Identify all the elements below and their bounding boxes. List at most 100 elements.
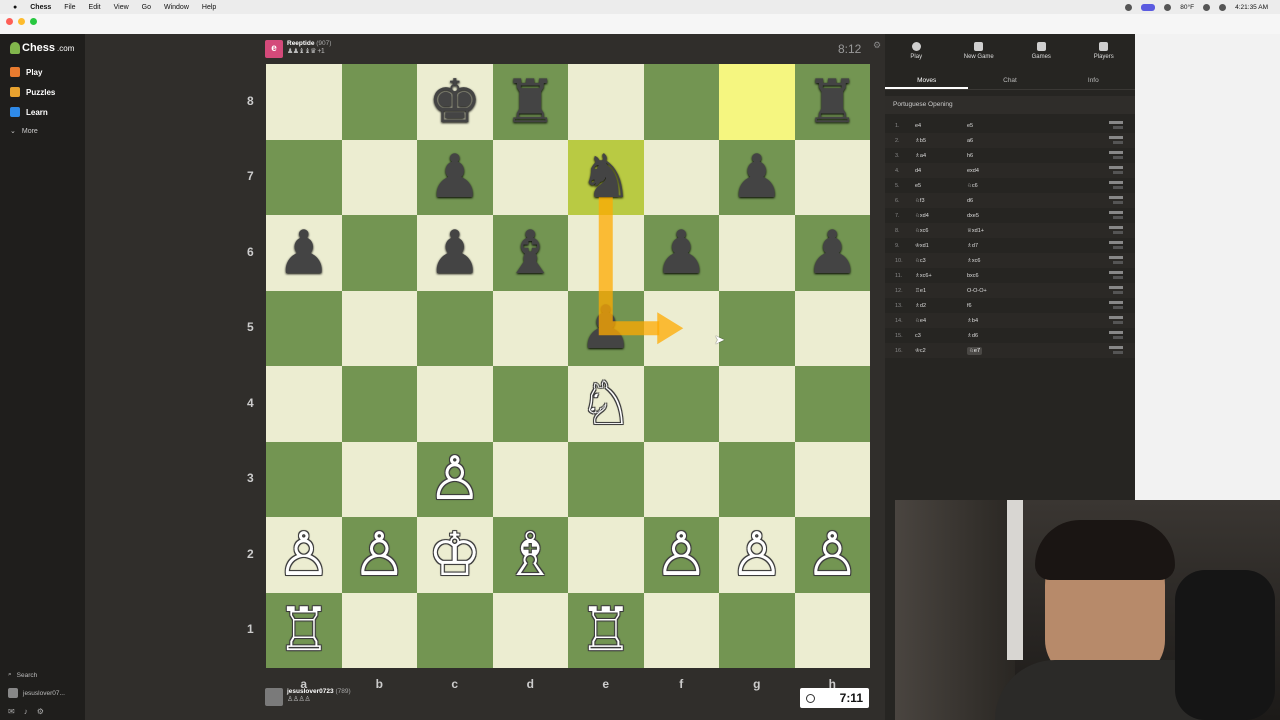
black-move[interactable]: ♘e7 xyxy=(967,346,1047,355)
black-move[interactable]: O-O-O+ xyxy=(967,288,1047,294)
tab-chat[interactable]: Chat xyxy=(968,74,1051,89)
white-move[interactable]: ♗b5 xyxy=(915,138,967,144)
black-move[interactable]: a6 xyxy=(967,138,1047,144)
white-move[interactable]: ♔xd1 xyxy=(915,243,967,249)
board-square[interactable] xyxy=(719,290,795,366)
white-move[interactable]: ♘f3 xyxy=(915,198,967,204)
chess-piece[interactable]: ♙ xyxy=(266,517,342,593)
board-square[interactable] xyxy=(266,441,342,517)
board-square[interactable] xyxy=(794,592,870,668)
black-move[interactable]: f6 xyxy=(967,303,1047,309)
menu-window[interactable]: Window xyxy=(164,4,189,11)
bell-icon[interactable]: ♪ xyxy=(24,707,28,716)
menu-view[interactable]: View xyxy=(114,4,129,11)
maximize-window-button[interactable] xyxy=(30,18,37,25)
chess-piece[interactable]: ♙ xyxy=(644,517,720,593)
white-move[interactable]: ♗xc6+ xyxy=(915,273,967,279)
black-move[interactable]: dxe5 xyxy=(967,213,1047,219)
board-square[interactable] xyxy=(643,139,719,215)
black-move[interactable]: exd4 xyxy=(967,168,1047,174)
board-square[interactable] xyxy=(266,290,342,366)
tab-players[interactable]: Players xyxy=(1073,42,1136,68)
chess-piece[interactable]: ♙ xyxy=(719,517,795,593)
sidebar-item-puzzles[interactable]: Puzzles xyxy=(10,87,55,97)
chess-piece[interactable]: ♟ xyxy=(719,140,795,216)
board-square[interactable] xyxy=(417,290,493,366)
chess-logo[interactable]: Chess .com xyxy=(10,42,74,54)
white-move[interactable]: e4 xyxy=(915,123,967,129)
chess-piece[interactable]: ♟ xyxy=(568,291,644,367)
chess-piece[interactable]: ♙ xyxy=(795,517,871,593)
menu-help[interactable]: Help xyxy=(202,4,216,11)
tab-play[interactable]: Play xyxy=(885,42,948,68)
white-move[interactable]: ♘xc6 xyxy=(915,228,967,234)
player-name[interactable]: jesuslover0723 xyxy=(287,688,334,695)
board-square[interactable] xyxy=(341,290,417,366)
tab-new-game[interactable]: New Game xyxy=(948,42,1011,68)
menu-app[interactable]: Chess xyxy=(30,4,51,11)
board-square[interactable] xyxy=(643,366,719,442)
black-move[interactable]: ♗xc6 xyxy=(967,258,1047,264)
black-move[interactable]: ♕xd1+ xyxy=(967,228,1047,234)
menu-file[interactable]: File xyxy=(64,4,75,11)
board-square[interactable] xyxy=(719,592,795,668)
black-move[interactable]: ♗d6 xyxy=(967,333,1047,339)
board-square[interactable] xyxy=(492,441,568,517)
chess-piece[interactable]: ♟ xyxy=(417,215,493,291)
chess-piece[interactable]: ♖ xyxy=(568,593,644,669)
board-square[interactable] xyxy=(341,366,417,442)
board-square[interactable] xyxy=(794,139,870,215)
tab-moves[interactable]: Moves xyxy=(885,74,969,89)
board-square[interactable] xyxy=(492,139,568,215)
white-move[interactable]: ♗d2 xyxy=(915,303,967,309)
board-square[interactable] xyxy=(341,215,417,291)
white-move[interactable]: ♘c3 xyxy=(915,258,967,264)
black-move[interactable]: ♗b4 xyxy=(967,318,1047,324)
avatar[interactable]: e xyxy=(265,40,283,58)
search-icon[interactable] xyxy=(1219,3,1227,11)
board-square[interactable] xyxy=(643,441,719,517)
chess-piece[interactable]: ♝ xyxy=(493,215,569,291)
chess-piece[interactable]: ♙ xyxy=(342,517,418,593)
black-move[interactable]: ♗d7 xyxy=(967,243,1047,249)
board-square[interactable] xyxy=(341,441,417,517)
chess-piece[interactable]: ♟ xyxy=(266,215,342,291)
board-square[interactable] xyxy=(568,64,644,140)
tab-info[interactable]: Info xyxy=(1052,74,1135,89)
chessboard[interactable]: ♚ ♜ ♜ ♟ ♞ ♟ ♟ ♟ ♝ ♟ ♟ ♟ ♘ ♙ ♙ ♙ ♔ ♗ ♙ ♙ ♙ ♖ ♖ xyxy=(266,64,870,668)
wifi-icon[interactable] xyxy=(1203,3,1211,11)
board-square[interactable] xyxy=(341,64,417,140)
board-square[interactable] xyxy=(719,366,795,442)
chess-piece[interactable]: ♔ xyxy=(417,517,493,593)
board-square[interactable] xyxy=(266,139,342,215)
black-move[interactable]: ♘c6 xyxy=(967,183,1047,189)
board-square[interactable] xyxy=(266,64,342,140)
white-move[interactable]: ♖e1 xyxy=(915,288,967,294)
white-move[interactable]: c3 xyxy=(915,333,967,339)
black-move[interactable]: h6 xyxy=(967,153,1047,159)
sidebar-user[interactable]: jesuslover07... xyxy=(8,684,84,702)
white-move[interactable]: ♘xd4 xyxy=(915,213,967,219)
mail-icon[interactable]: ✉ xyxy=(8,707,15,716)
status-icon[interactable] xyxy=(1164,3,1172,11)
board-square[interactable] xyxy=(794,290,870,366)
white-move[interactable]: ♘e4 xyxy=(915,318,967,324)
status-icon[interactable] xyxy=(1125,3,1133,11)
chess-piece[interactable]: ♘ xyxy=(568,366,644,442)
chess-piece[interactable]: ♞ xyxy=(568,140,644,216)
chess-piece[interactable]: ♟ xyxy=(795,215,871,291)
black-move[interactable]: d6 xyxy=(967,198,1047,204)
chess-piece[interactable]: ♟ xyxy=(417,140,493,216)
sidebar-search[interactable]: ⌕ Search xyxy=(8,666,84,684)
white-move[interactable]: ♔c2 xyxy=(915,348,967,354)
white-move[interactable]: e5 xyxy=(915,183,967,189)
black-move[interactable]: bxc6 xyxy=(967,273,1047,279)
board-square[interactable] xyxy=(719,441,795,517)
board-square[interactable] xyxy=(568,215,644,291)
board-square[interactable] xyxy=(643,592,719,668)
menu-edit[interactable]: Edit xyxy=(89,4,101,11)
status-icon[interactable] xyxy=(1141,3,1156,11)
sidebar-item-more[interactable]: ⌄ More xyxy=(10,127,38,136)
tab-games[interactable]: Games xyxy=(1010,42,1073,68)
chess-piece[interactable]: ♙ xyxy=(417,442,493,518)
